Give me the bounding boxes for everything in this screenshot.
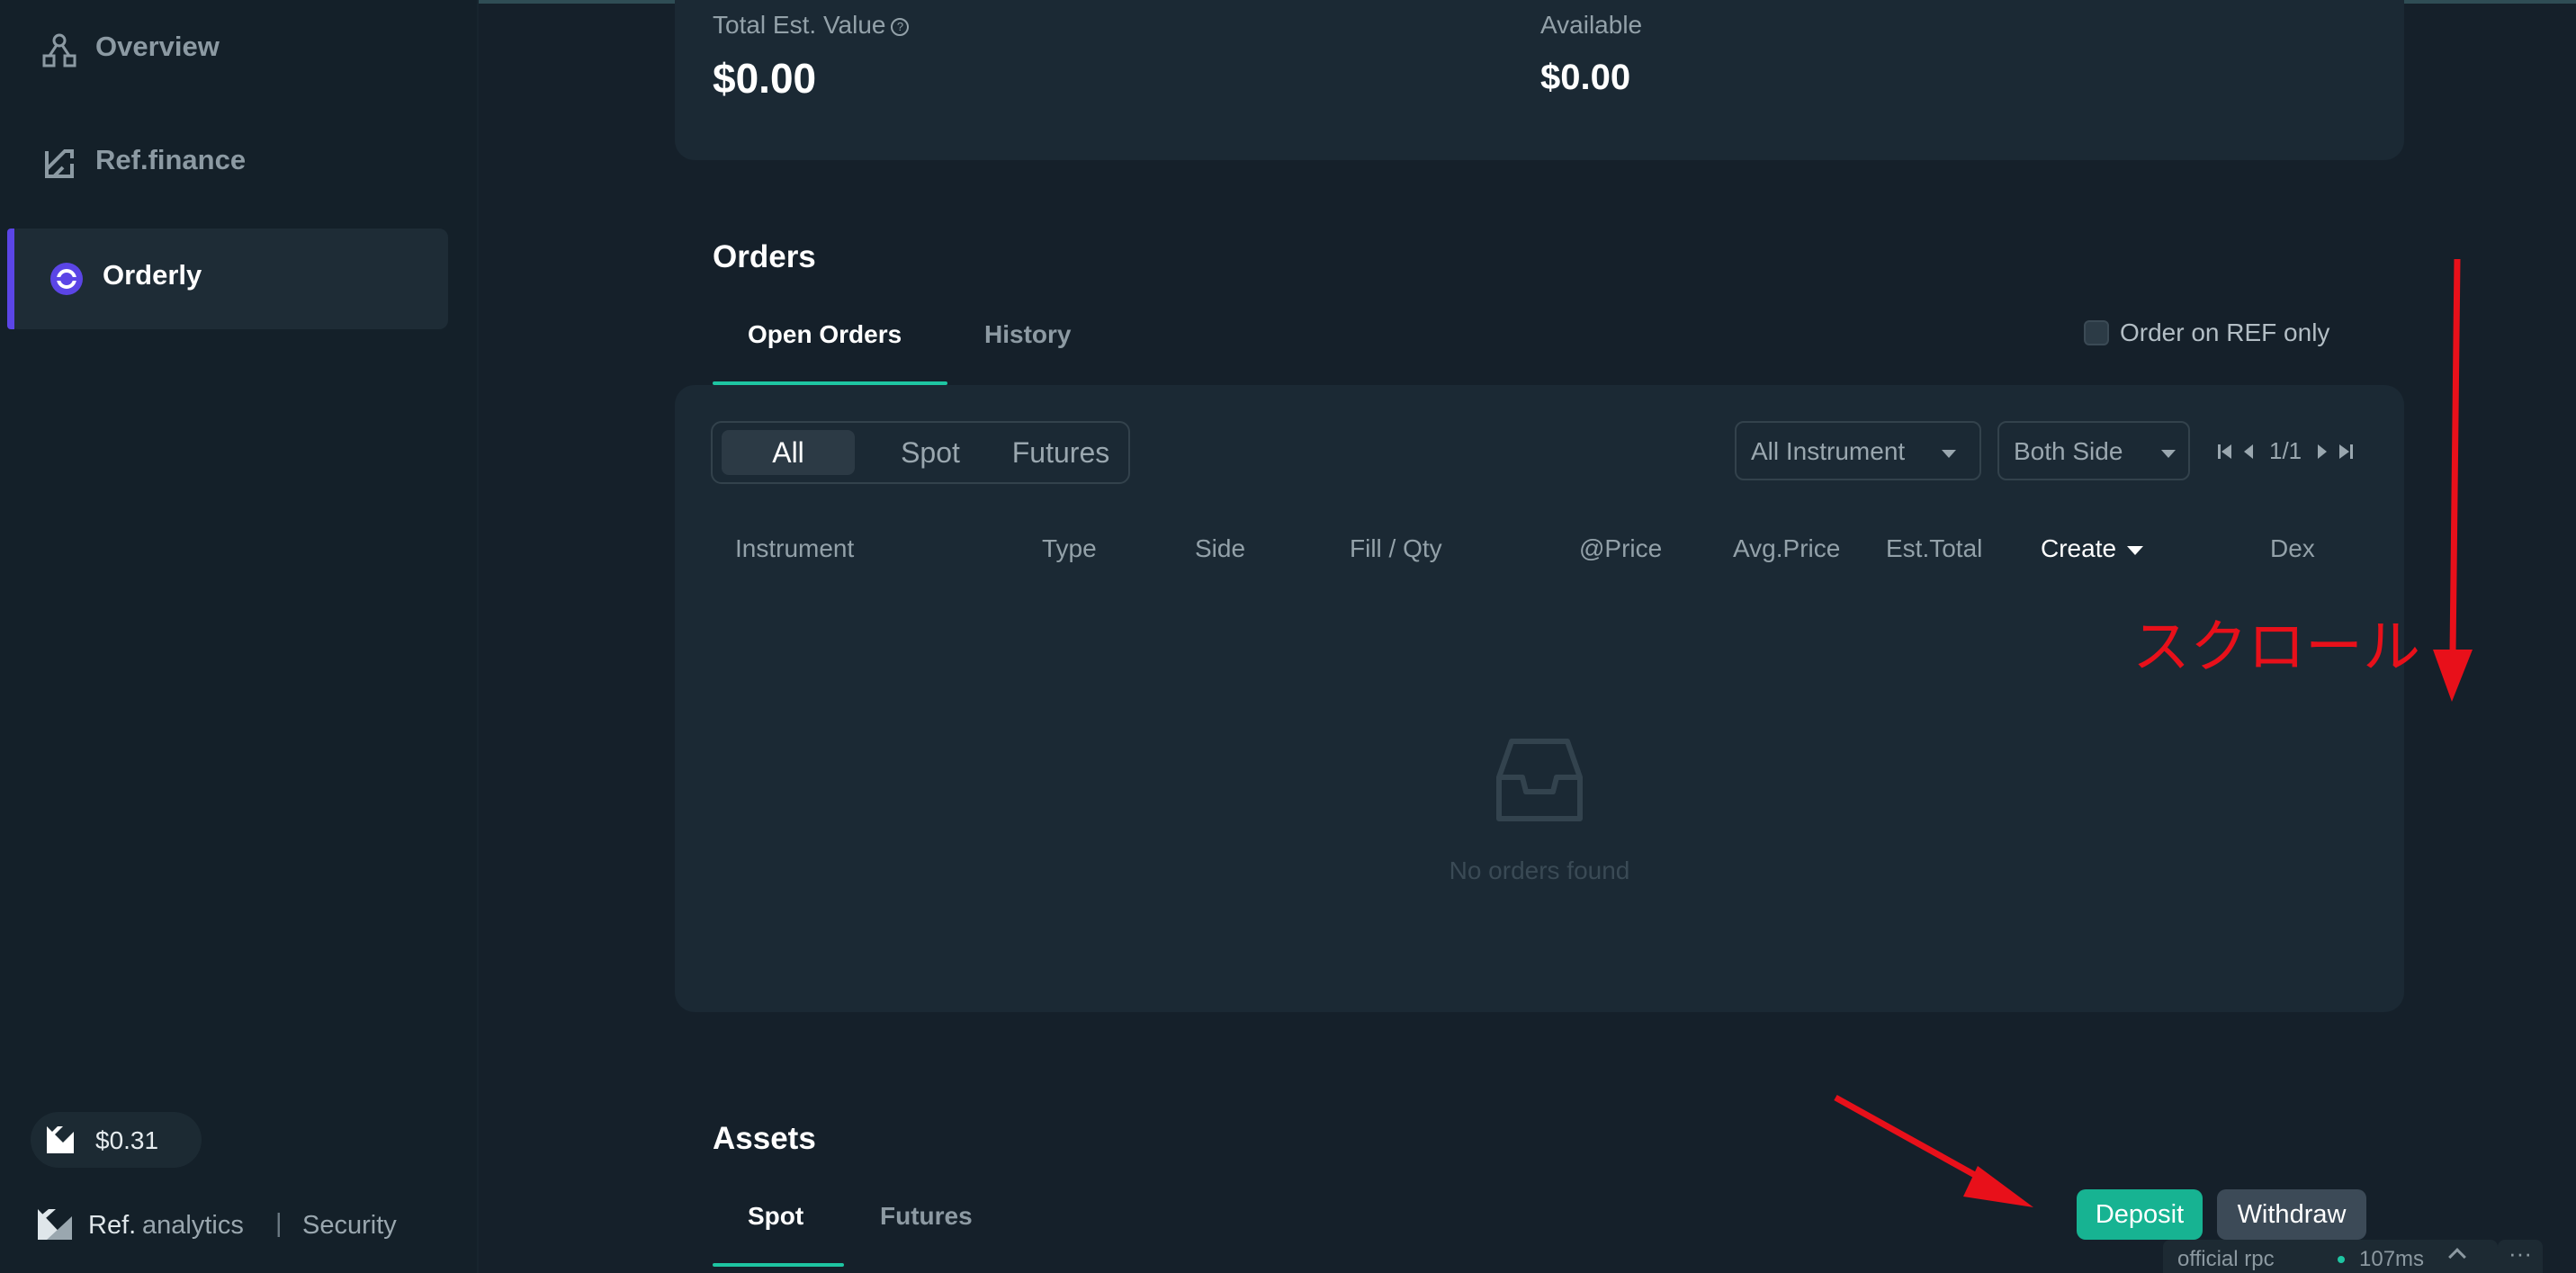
chevron-up-icon[interactable] bbox=[2448, 1248, 2466, 1266]
last-page-icon[interactable] bbox=[2338, 443, 2354, 461]
tab-assets-spot[interactable]: Spot bbox=[748, 1202, 803, 1231]
column-header-fill-qty: Fill / Qty bbox=[1350, 534, 1442, 562]
orderly-icon bbox=[50, 263, 83, 295]
tab-history[interactable]: History bbox=[984, 320, 1071, 349]
instrument-dropdown[interactable]: All Instrument bbox=[1735, 421, 1981, 480]
available-value: $0.00 bbox=[1540, 58, 1631, 97]
ref-price-badge[interactable]: $0.31 bbox=[31, 1112, 202, 1168]
sort-caret-icon bbox=[2127, 545, 2144, 555]
orders-title: Orders bbox=[713, 239, 816, 274]
ref-finance-icon bbox=[45, 149, 74, 178]
scroll-annotation-text: スクロール bbox=[2132, 614, 2420, 681]
overview-icon bbox=[42, 33, 76, 67]
ref-token-icon bbox=[47, 1126, 74, 1153]
total-est-value-label: Total Est. Value? bbox=[713, 11, 910, 40]
ref-logo-icon bbox=[38, 1209, 72, 1240]
column-header-avg-price: Avg.Price bbox=[1733, 534, 1841, 562]
next-page-icon[interactable] bbox=[2316, 443, 2329, 461]
sidebar-item-ref-finance[interactable]: Ref.finance bbox=[9, 113, 448, 214]
rpc-name: official rpc bbox=[2177, 1247, 2275, 1271]
empty-inbox-icon bbox=[1496, 739, 1583, 821]
assets-title: Assets bbox=[713, 1121, 816, 1156]
security-link[interactable]: Security bbox=[302, 1211, 397, 1241]
rpc-latency: 107ms bbox=[2359, 1247, 2425, 1271]
column-header-create[interactable]: Create bbox=[2041, 534, 2144, 563]
column-header-create-label: Create bbox=[2041, 534, 2117, 562]
first-page-icon[interactable] bbox=[2217, 443, 2233, 461]
tab-open-orders[interactable]: Open Orders bbox=[748, 320, 902, 349]
sidebar-item-label: Orderly bbox=[103, 259, 202, 291]
column-header-type: Type bbox=[1042, 534, 1097, 562]
sidebar-item-overview[interactable]: Overview bbox=[9, 0, 448, 101]
footer-separator: | bbox=[275, 1209, 283, 1238]
available-label: Available bbox=[1540, 11, 1643, 39]
order-on-ref-only-label: Order on REF only bbox=[2120, 318, 2330, 346]
orders-panel: All Spot Futures All Instrument Both Sid… bbox=[675, 385, 2404, 1012]
more-options-button[interactable]: ··· bbox=[2498, 1240, 2543, 1273]
order-type-filter: All Spot Futures bbox=[711, 421, 1130, 484]
balance-card: Total Est. Value? $0.00 Available $0.00 bbox=[675, 0, 2404, 160]
rpc-status-bar[interactable]: official rpc 107ms bbox=[2163, 1240, 2498, 1273]
rpc-status-dot bbox=[2338, 1256, 2345, 1263]
side-dropdown[interactable]: Both Side bbox=[1997, 421, 2190, 480]
order-on-ref-only-checkbox[interactable] bbox=[2084, 320, 2109, 345]
withdraw-button[interactable]: Withdraw bbox=[2217, 1189, 2366, 1240]
page-indicator: 1/1 bbox=[2269, 437, 2302, 464]
ref-price-value: $0.31 bbox=[95, 1126, 159, 1154]
sidebar-item-label: Ref.finance bbox=[95, 144, 247, 175]
sidebar: Overview Ref.finance Orderly $0.31 Ref. … bbox=[0, 0, 479, 1273]
column-header-instrument: Instrument bbox=[735, 534, 855, 562]
help-icon[interactable]: ? bbox=[891, 17, 910, 36]
ref-analytics-link-ref[interactable]: Ref. bbox=[88, 1211, 136, 1241]
column-header-dex: Dex bbox=[2270, 534, 2315, 562]
filter-spot[interactable]: Spot bbox=[867, 430, 993, 475]
filter-futures[interactable]: Futures bbox=[995, 430, 1126, 475]
side-dropdown-value: Both Side bbox=[2014, 437, 2123, 465]
deposit-button[interactable]: Deposit bbox=[2077, 1189, 2203, 1240]
scroll-down-arrow bbox=[2433, 258, 2473, 702]
sidebar-item-orderly[interactable]: Orderly bbox=[7, 229, 448, 329]
total-est-value: $0.00 bbox=[713, 55, 817, 102]
filter-all[interactable]: All bbox=[722, 430, 855, 475]
tab-assets-futures[interactable]: Futures bbox=[880, 1202, 973, 1231]
column-header-price: @Price bbox=[1579, 534, 1663, 562]
chevron-down-icon bbox=[2161, 450, 2176, 458]
assets-active-tab-indicator bbox=[713, 1263, 844, 1267]
column-header-est-total: Est.Total bbox=[1886, 534, 1983, 562]
sidebar-item-label: Overview bbox=[95, 31, 220, 62]
deposit-pointer-arrow bbox=[1834, 1094, 2033, 1207]
prev-page-icon[interactable] bbox=[2242, 443, 2255, 461]
no-orders-message: No orders found bbox=[1449, 856, 1630, 884]
ref-analytics-link[interactable]: analytics bbox=[142, 1211, 244, 1241]
total-est-value-label-text: Total Est. Value bbox=[713, 11, 886, 39]
chevron-down-icon bbox=[1942, 450, 1956, 458]
column-header-side: Side bbox=[1195, 534, 1246, 562]
instrument-dropdown-value: All Instrument bbox=[1751, 437, 1906, 465]
